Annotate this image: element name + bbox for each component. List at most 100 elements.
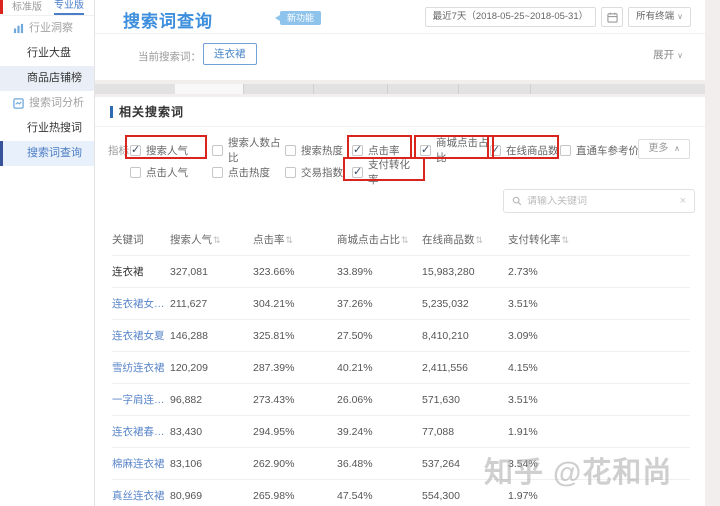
click-rate-cell: 294.95% [253, 425, 295, 438]
mall-ratio-cell: 40.21% [337, 361, 373, 374]
column-header-keyword: 关键词 [112, 233, 144, 246]
sidebar-item-search-word-query[interactable]: 搜索词查询 [0, 141, 94, 166]
sidebar-tabs: 标准版 专业版 [0, 0, 94, 16]
pay-conv-cell: 2.73% [508, 265, 538, 278]
keyword-link[interactable]: 一字肩连衣裙 [112, 392, 170, 407]
sidebar-item-product-shop-rank[interactable]: 商品店铺榜 [0, 66, 94, 91]
checkbox-click-popularity[interactable]: 点击人气 [130, 165, 212, 180]
table-row: 连衣裙 327,081 323.66% 33.89% 15,983,280 2.… [112, 255, 690, 287]
sidebar-tab-standard[interactable]: 标准版 [12, 1, 42, 15]
sidebar-item-hot-search-words[interactable]: 行业热搜词 [0, 116, 94, 141]
column-header-pay-conv[interactable]: 支付转化率⇅ [508, 232, 690, 247]
table-row: 连衣裙春季2018新款... 83,430 294.95% 39.24% 77,… [112, 415, 690, 447]
mall-ratio-cell: 47.54% [337, 489, 373, 502]
pay-conv-cell: 3.09% [508, 329, 538, 342]
section-header: 相关搜索词 [95, 97, 705, 127]
search-pop-cell: 80,969 [170, 489, 203, 502]
mall-ratio-cell: 26.06% [337, 393, 373, 406]
checkbox-icon [212, 144, 223, 156]
page-title: 搜索词查询 [123, 12, 213, 31]
mall-ratio-cell: 27.50% [337, 329, 373, 342]
pay-conv-cell: 3.51% [508, 393, 538, 406]
checkbox-searcher-ratio[interactable]: 搜索人数占比 [212, 135, 285, 165]
expand-link[interactable]: 展开 ∨ [653, 47, 683, 62]
date-range-selector[interactable]: 最近7天（2018-05-25~2018-05-31） [424, 7, 597, 27]
online-products-cell: 554,300 [422, 489, 460, 502]
chevron-down-icon: ∨ [677, 12, 683, 21]
column-header-click-rate[interactable]: 点击率⇅ [253, 232, 337, 247]
search-pop-cell: 83,430 [170, 425, 203, 438]
section-accent-bar [110, 105, 113, 118]
bar-chart-icon [13, 23, 24, 34]
keyword-search-row: × [95, 185, 705, 221]
keyword-link[interactable]: 棉麻连衣裙 [112, 456, 170, 471]
checkbox-icon [212, 166, 223, 178]
keyword-link[interactable]: 连衣裙女夏 [112, 328, 170, 343]
search-pop-cell: 120,209 [170, 361, 208, 374]
keyword-link[interactable]: 雪纺连衣裙 [112, 360, 170, 375]
calendar-icon [606, 12, 618, 23]
terminal-dropdown[interactable]: 所有终端 ∨ [628, 7, 691, 27]
online-products-cell: 5,235,032 [422, 297, 469, 310]
sidebar-tab-pro[interactable]: 专业版 [54, 0, 84, 15]
related-search-card: 相关搜索词 指标： 搜索人气 搜索人数占比 搜索热度 点击率 商城点击占比 在线… [95, 97, 705, 506]
checkbox-icon [352, 165, 363, 178]
pay-conv-cell: 1.91% [508, 425, 538, 438]
sidebar-item-industry-dashboard[interactable]: 行业大盘 [0, 41, 94, 66]
current-search-word-tag[interactable]: 连衣裙 [203, 43, 257, 65]
online-products-cell: 8,410,210 [422, 329, 469, 342]
search-pop-cell: 211,627 [170, 297, 208, 310]
keyword-link[interactable]: 真丝连衣裙 [112, 488, 170, 503]
annotation-red-mark [0, 0, 3, 14]
table-row: 雪纺连衣裙 120,209 287.39% 40.21% 2,411,556 4… [112, 351, 690, 383]
top-card: 搜索词查询 新功能 最近7天（2018-05-25~2018-05-31） 所有… [95, 0, 705, 80]
keyword-search-box: × [503, 189, 695, 213]
chevron-down-icon: ∨ [677, 51, 683, 60]
keyword-cell: 连衣裙 [112, 266, 144, 278]
checkbox-icon [130, 143, 141, 156]
checkbox-pay-conversion[interactable]: 支付转化率 [352, 157, 420, 187]
sidebar-item-industry-insight[interactable]: 行业洞察 [0, 16, 94, 41]
keyword-search-input[interactable] [527, 195, 675, 207]
keyword-link[interactable]: 连衣裙春季2018新款... [112, 424, 170, 439]
pay-conv-cell: 3.51% [508, 297, 538, 310]
checkbox-online-products[interactable]: 在线商品数 [490, 143, 560, 158]
checkbox-click-rate[interactable]: 点击率 [352, 143, 420, 158]
column-header-mall-ratio[interactable]: 商城点击占比⇅ [337, 232, 422, 247]
checkbox-search-heat[interactable]: 搜索热度 [285, 143, 352, 158]
pay-conv-cell: 1.97% [508, 489, 538, 502]
mall-ratio-cell: 37.26% [337, 297, 373, 310]
badge-arrow-icon [275, 15, 280, 21]
collapsed-tab-strip[interactable] [95, 84, 705, 94]
table-row: 连衣裙女夏 146,288 325.81% 27.50% 8,410,210 3… [112, 319, 690, 351]
section-title: 相关搜索词 [119, 105, 185, 119]
column-header-search-pop[interactable]: 搜索人气⇅ [170, 232, 253, 247]
checkbox-click-heat[interactable]: 点击热度 [212, 165, 285, 180]
checkbox-icon [352, 143, 363, 156]
sidebar-item-search-analysis[interactable]: 搜索词分析 [0, 91, 94, 116]
checkbox-search-popularity[interactable]: 搜索人气 [130, 143, 212, 158]
sort-icon: ⇅ [561, 234, 570, 245]
page-header: 搜索词查询 新功能 最近7天（2018-05-25~2018-05-31） 所有… [95, 0, 705, 34]
online-products-cell: 571,630 [422, 393, 460, 406]
column-header-online-products[interactable]: 在线商品数⇅ [422, 232, 508, 247]
clear-icon[interactable]: × [680, 195, 686, 207]
checkbox-mall-click-ratio[interactable]: 商城点击占比 [420, 135, 490, 165]
pay-conv-cell: 4.15% [508, 361, 538, 374]
checkbox-icon [285, 144, 296, 156]
sort-icon: ⇅ [213, 234, 221, 245]
click-rate-cell: 323.66% [253, 265, 295, 278]
indicator-row-2: 点击人气 点击热度 交易指数 支付转化率 [108, 159, 705, 186]
search-pop-cell: 96,882 [170, 393, 203, 406]
current-search-label: 当前搜索词： [138, 51, 201, 63]
search-icon [512, 196, 522, 206]
pay-conv-cell: 3.54% [508, 457, 538, 470]
current-search-row: 当前搜索词： 连衣裙 展开 ∨ [95, 34, 705, 79]
keyword-link[interactable]: 连衣裙女夏2018新款 [112, 296, 170, 311]
click-rate-cell: 265.98% [253, 489, 295, 502]
sidebar: 标准版 专业版 行业洞察 行业大盘 商品店铺榜 搜索词分析 行业热搜词 搜索词查… [0, 0, 95, 506]
more-button[interactable]: 更多 ∧ [638, 139, 690, 159]
checkbox-icon [130, 166, 141, 178]
checkbox-transaction-index[interactable]: 交易指数 [285, 165, 352, 180]
calendar-button[interactable] [601, 7, 624, 27]
